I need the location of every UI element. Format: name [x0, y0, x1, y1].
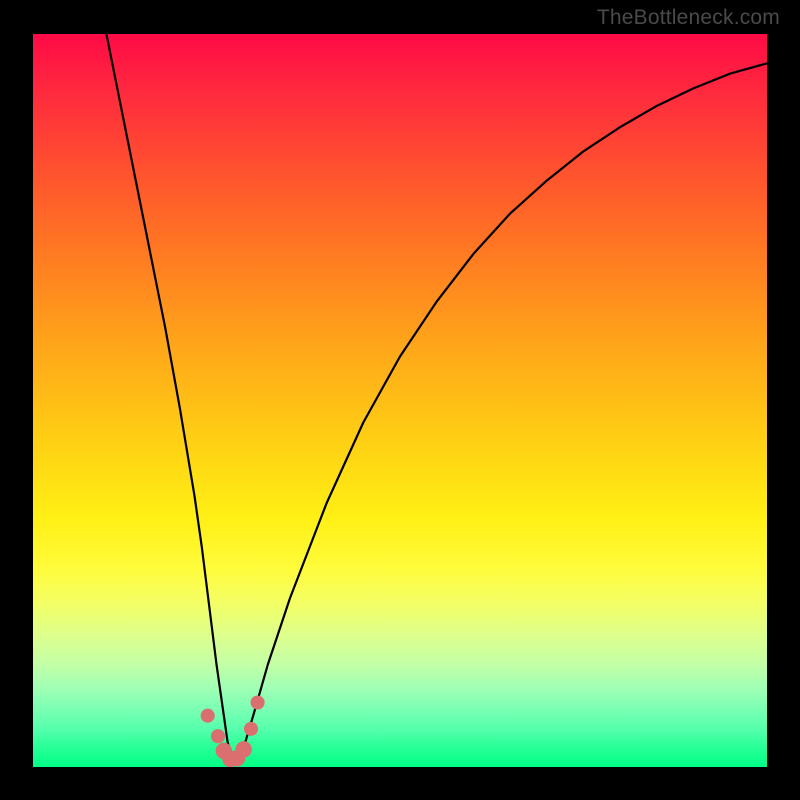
curve-marker [211, 729, 225, 743]
plot-area [33, 34, 767, 767]
curve-marker [244, 722, 258, 736]
chart-frame: TheBottleneck.com [0, 0, 800, 800]
bottleneck-curve-svg [33, 34, 767, 767]
bottleneck-curve [106, 34, 767, 760]
watermark-text: TheBottleneck.com [597, 6, 780, 30]
curve-markers [201, 695, 265, 767]
curve-marker [201, 709, 215, 723]
curve-marker [235, 741, 252, 758]
curve-marker [251, 695, 265, 709]
